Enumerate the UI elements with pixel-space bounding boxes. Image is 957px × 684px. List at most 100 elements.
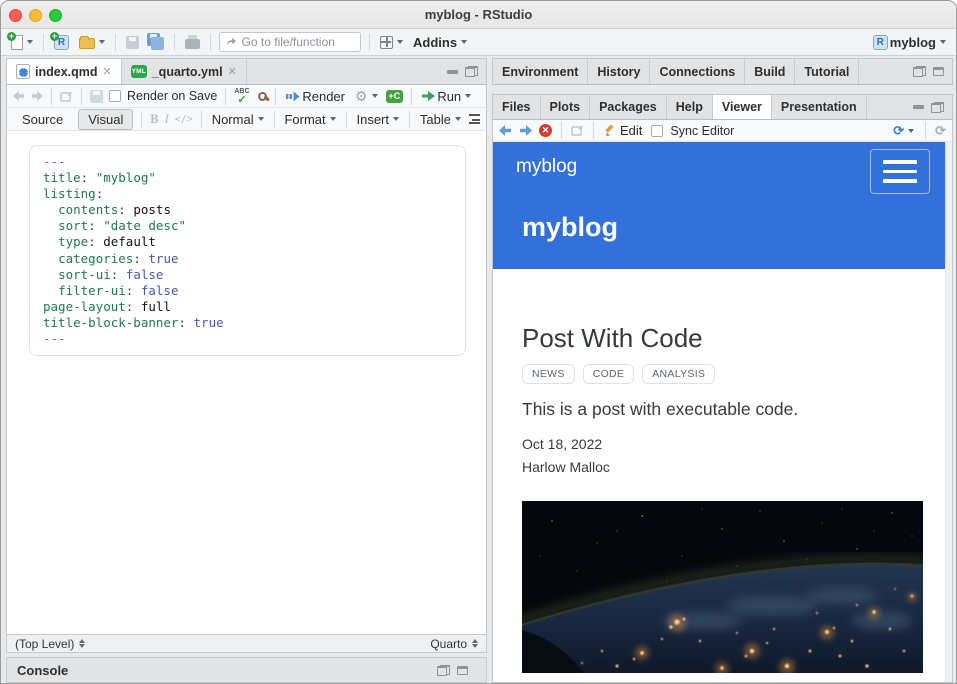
chevron-down-icon [465,94,471,98]
visual-editor[interactable]: ---title: "myblog"listing: contents: pos… [6,131,487,634]
post-date: Oct 18, 2022 [522,436,602,452]
chevron-down-icon [330,117,336,121]
new-file-button[interactable]: + [9,33,35,52]
hamburger-menu-button[interactable] [870,149,930,194]
outline-icon[interactable] [469,114,480,124]
new-project-button[interactable]: R+ [52,33,71,52]
tab-files[interactable]: Files [493,95,541,119]
save-all-button[interactable] [147,33,166,51]
format-menu[interactable]: Format [282,110,337,129]
panes-layout-button[interactable] [378,34,405,51]
tab-presentation[interactable]: Presentation [772,95,867,119]
titlebar: myblog - RStudio [1,1,956,29]
tab-quarto-yml[interactable]: YML _quarto.yml ✕ [122,59,247,84]
scope-selector[interactable]: (Top Level) [15,637,85,651]
goto-file-input[interactable] [242,35,354,49]
post-title[interactable]: Post With Code [522,323,703,354]
chevron-down-icon [258,117,264,121]
sync-editor-label: Sync Editor [670,124,734,138]
paragraph-style-dropdown[interactable]: Normal [210,110,266,129]
viewer-back-icon[interactable] [499,125,512,136]
edit-button[interactable]: Edit [603,121,644,140]
insert-menu[interactable]: Insert [354,110,401,129]
insert-chunk-button[interactable]: +C [386,90,404,103]
back-icon[interactable] [13,91,25,101]
source-pane: index.qmd ✕ YML _quarto.yml ✕ [6,58,487,683]
tab-build[interactable]: Build [745,59,795,84]
save-doc-icon[interactable] [90,90,103,103]
goto-arrow-icon [226,37,237,47]
close-icon[interactable]: ✕ [228,65,237,78]
restore-pane-icon[interactable] [437,665,450,676]
yml-file-icon: YML [131,65,147,78]
tab-connections[interactable]: Connections [650,59,745,84]
render-icon [286,91,300,102]
reload-icon[interactable]: ⟳ [935,124,946,137]
forward-icon[interactable] [31,91,43,101]
tab-help[interactable]: Help [667,95,713,119]
popout-icon[interactable] [60,91,73,102]
minimize-pane-icon[interactable] [447,70,458,74]
bold-icon[interactable]: B [150,112,158,127]
new-file-icon: + [11,35,23,50]
render-on-save-label: Render on Save [127,89,217,103]
search-icon[interactable] [258,92,267,101]
source-mode-button[interactable]: Source [13,110,72,129]
stop-icon[interactable]: ✕ [539,124,552,137]
tab-environment[interactable]: Environment [493,59,588,84]
post-categories: NEWS CODE ANALYSIS [522,364,715,384]
console-title: Console [17,663,68,678]
format-toolbar: Source Visual B I </> Normal Format [6,108,487,131]
tab-viewer[interactable]: Viewer [713,95,772,119]
category-pill[interactable]: ANALYSIS [642,364,715,384]
spellcheck-icon[interactable]: ABC✓ [234,88,252,104]
project-label: myblog [890,35,936,50]
restore-pane-icon[interactable] [931,102,944,113]
panes-area: index.qmd ✕ YML _quarto.yml ✕ [1,56,956,683]
chevron-down-icon [908,129,914,133]
addins-button[interactable]: Addins [411,33,469,52]
render-on-save-checkbox[interactable] [109,90,121,102]
print-button[interactable] [183,33,202,51]
table-menu[interactable]: Table [418,110,463,129]
viewer-scrollbar-gutter[interactable] [945,142,952,682]
tab-packages[interactable]: Packages [590,95,667,119]
addins-label: Addins [413,35,457,50]
maximize-pane-icon[interactable] [933,67,944,76]
render-options-button[interactable]: ⚙ [353,87,380,105]
code-block[interactable]: ---title: "myblog"listing: contents: pos… [29,145,466,356]
viewer-forward-icon[interactable] [519,125,532,136]
chevron-down-icon [397,40,403,44]
rstudio-window: myblog - RStudio + R+ Addins [0,0,957,684]
quarto-doc-icon [16,64,30,79]
sync-publish-button[interactable]: ⟳ [891,122,916,139]
tab-plots[interactable]: Plots [541,95,591,119]
restore-pane-icon[interactable] [913,66,926,77]
run-button[interactable]: Run [420,87,473,106]
open-file-button[interactable] [77,33,107,51]
minimize-pane-icon[interactable] [913,105,924,109]
category-pill[interactable]: CODE [583,364,635,384]
source-tabbar: index.qmd ✕ YML _quarto.yml ✕ [6,58,487,85]
editor-toolbar: Render on Save ABC✓ Render ⚙ +C Run [6,85,487,108]
project-menu-button[interactable]: R myblog [871,33,948,52]
filetype-selector[interactable]: Quarto [430,637,478,651]
italic-icon[interactable]: I [165,112,169,127]
category-pill[interactable]: NEWS [522,364,575,384]
popout-icon[interactable] [571,125,584,136]
tab-history[interactable]: History [588,59,650,84]
goto-file-search[interactable] [219,32,361,52]
maximize-pane-icon[interactable] [457,666,468,675]
console-header[interactable]: Console [6,657,487,683]
tab-index-qmd[interactable]: index.qmd ✕ [7,59,122,84]
close-icon[interactable]: ✕ [103,65,112,78]
sync-editor-checkbox[interactable] [651,125,663,137]
save-button[interactable] [124,34,141,51]
render-button[interactable]: Render [284,87,347,106]
restore-pane-icon[interactable] [465,66,478,77]
right-panes: Environment History Connections Build Tu… [492,58,953,683]
code-icon[interactable]: </> [175,114,193,125]
tab-tutorial[interactable]: Tutorial [795,59,859,84]
visual-mode-button[interactable]: Visual [78,109,133,130]
blog-navbar-title[interactable]: myblog [516,156,577,178]
